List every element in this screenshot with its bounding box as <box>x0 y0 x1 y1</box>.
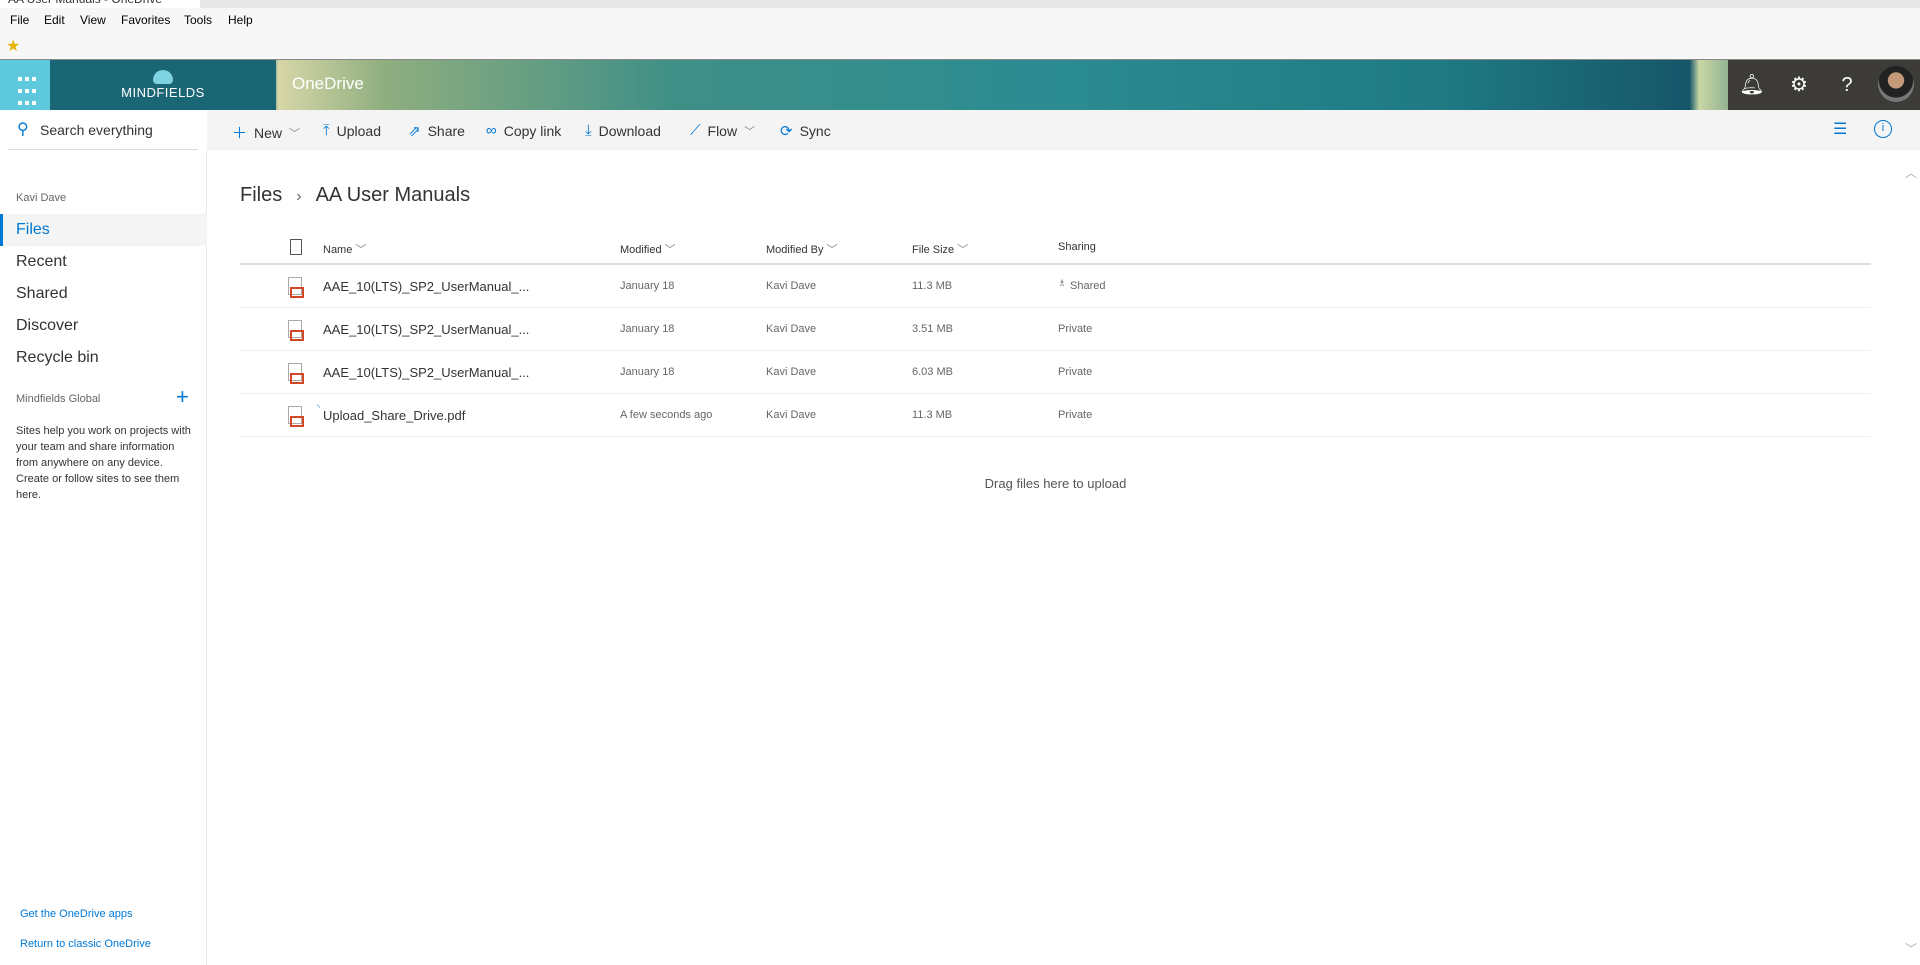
link-icon: ∞ <box>486 122 497 139</box>
flow-button[interactable]: ⟋ Flow ﹀ <box>690 122 755 139</box>
new-file-sparkle-icon: ⸜ <box>316 399 321 410</box>
menu-edit[interactable]: Edit <box>44 13 65 27</box>
file-modified-by: Kavi Dave <box>766 280 817 292</box>
breadcrumb: Files › AA User Manuals <box>240 184 470 210</box>
nav-user-name: Kavi Dave <box>16 192 67 204</box>
suite-header <box>0 60 1920 110</box>
flow-icon: ⟋ <box>690 122 701 139</box>
view-options-icon[interactable]: ☰ <box>1833 119 1847 139</box>
nav-item-files[interactable]: Files <box>0 214 207 246</box>
nav-item-discover[interactable]: Discover <box>0 310 207 342</box>
file-size: 11.3 MB <box>912 409 953 421</box>
upload-icon: ⤒ <box>323 122 330 139</box>
share-icon: ⇗ <box>408 123 421 140</box>
download-button[interactable]: ⤓ Download <box>585 122 661 139</box>
file-modified: January 18 <box>620 280 675 292</box>
chevron-down-icon: ﹀ <box>289 127 301 140</box>
chevron-down-icon: ﹀ <box>744 125 756 138</box>
file-row[interactable]: AAE_10(LTS)_SP2_UserManual_... January 1… <box>240 308 1871 351</box>
file-name[interactable]: Upload_Share_Drive.pdf <box>323 408 465 423</box>
file-sharing: Private <box>1058 366 1093 378</box>
file-name[interactable]: AAE_10(LTS)_SP2_UserManual_... <box>323 279 529 294</box>
file-row[interactable]: ⸜ Upload_Share_Drive.pdf A few seconds a… <box>240 394 1871 437</box>
file-name[interactable]: AAE_10(LTS)_SP2_UserManual_... <box>323 322 529 337</box>
file-modified: A few seconds ago <box>620 409 713 421</box>
mindfields-logo[interactable]: MINDFIELDS <box>50 60 276 110</box>
file-size: 6.03 MB <box>912 366 953 378</box>
copy-link-button[interactable]: ∞ Copy link <box>486 122 561 139</box>
file-size: 3.51 MB <box>912 323 953 335</box>
info-pane-icon[interactable]: i <box>1874 120 1892 138</box>
add-favorite-star-icon[interactable]: ★ <box>6 36 20 56</box>
file-sharing: Private <box>1058 323 1093 335</box>
scrollbar[interactable]: ︿ ﹀ <box>1900 150 1920 965</box>
pdf-file-icon <box>288 320 304 341</box>
settings-gear-icon[interactable]: ⚙ <box>1776 60 1822 110</box>
menu-view[interactable]: View <box>80 13 106 27</box>
sites-header: Mindfields Global <box>16 393 101 405</box>
nav-item-shared[interactable]: Shared <box>0 278 207 310</box>
shared-people-icon: ♗ <box>1058 278 1067 288</box>
menu-help[interactable]: Help <box>228 13 253 27</box>
app-launcher-waffle-icon[interactable] <box>0 60 50 110</box>
column-name[interactable]: Name ﹀ <box>323 241 366 257</box>
file-modified: January 18 <box>620 366 675 378</box>
get-onedrive-apps-link[interactable]: Get the OneDrive apps <box>20 908 133 920</box>
new-button[interactable]: ＋ New ﹀ <box>232 122 300 143</box>
file-modified-by: Kavi Dave <box>766 323 817 335</box>
file-modified: January 18 <box>620 323 675 335</box>
pdf-file-icon <box>288 363 304 384</box>
avatar[interactable] <box>1878 66 1914 102</box>
app-name[interactable]: OneDrive <box>292 74 364 94</box>
nav-item-recycle-bin[interactable]: Recycle bin <box>0 342 207 374</box>
column-modified[interactable]: Modified ﹀ <box>620 241 676 257</box>
upload-button[interactable]: ⤒ Upload <box>323 122 381 139</box>
nav-item-recent[interactable]: Recent <box>0 246 207 278</box>
file-row[interactable]: AAE_10(LTS)_SP2_UserManual_... January 1… <box>240 265 1871 308</box>
menu-favorites[interactable]: Favorites <box>121 13 170 27</box>
favorites-bar: ★ <box>0 32 1920 60</box>
menu-tools[interactable]: Tools <box>184 13 212 27</box>
left-nav: Kavi Dave Files Recent Shared Discover R… <box>0 150 207 965</box>
sync-button[interactable]: ⟳ Sync <box>780 122 831 140</box>
file-modified-by: Kavi Dave <box>766 366 817 378</box>
file-modified-by: Kavi Dave <box>766 409 817 421</box>
notifications-bell-icon[interactable]: 🔔︎ <box>1729 60 1775 110</box>
file-size: 11.3 MB <box>912 280 953 292</box>
column-sharing[interactable]: Sharing <box>1058 241 1096 253</box>
file-name[interactable]: AAE_10(LTS)_SP2_UserManual_... <box>323 365 529 380</box>
browser-tab[interactable]: AA User Manuals - OneDrive <box>0 0 200 8</box>
download-icon: ⤓ <box>585 122 592 139</box>
browser-menu-bar: File Edit View Favorites Tools Help <box>0 8 1920 32</box>
file-sharing: Shared <box>1070 280 1106 292</box>
help-icon[interactable]: ? <box>1824 60 1870 110</box>
add-site-plus-icon[interactable]: + <box>176 384 189 410</box>
drop-hint: Drag files here to upload <box>984 476 1127 491</box>
file-row[interactable]: AAE_10(LTS)_SP2_UserManual_... January 1… <box>240 351 1871 394</box>
breadcrumb-chevron-icon: › <box>296 188 302 205</box>
return-to-classic-link[interactable]: Return to classic OneDrive <box>20 938 151 950</box>
breadcrumb-current: AA User Manuals <box>315 184 471 206</box>
search-input[interactable]: Search everything <box>40 122 153 138</box>
column-file-size[interactable]: File Size ﹀ <box>912 241 968 257</box>
plus-icon: ＋ <box>232 125 248 142</box>
search-icon: ⚲ <box>17 121 29 138</box>
sites-description: Sites help you work on projects with you… <box>16 425 191 501</box>
file-type-column-icon[interactable] <box>290 239 302 255</box>
share-button[interactable]: ⇗ Share <box>408 122 465 140</box>
sync-icon: ⟳ <box>780 123 793 140</box>
breadcrumb-files[interactable]: Files <box>240 184 282 210</box>
file-sharing: Private <box>1058 409 1093 421</box>
pdf-file-icon <box>288 277 304 298</box>
pdf-file-icon <box>288 406 304 427</box>
column-modified-by[interactable]: Modified By ﹀ <box>766 241 838 257</box>
browser-tab-strip: AA User Manuals - OneDrive <box>0 0 1920 8</box>
menu-file[interactable]: File <box>10 13 29 27</box>
search-box[interactable]: ⚲ Search everything <box>0 110 207 150</box>
